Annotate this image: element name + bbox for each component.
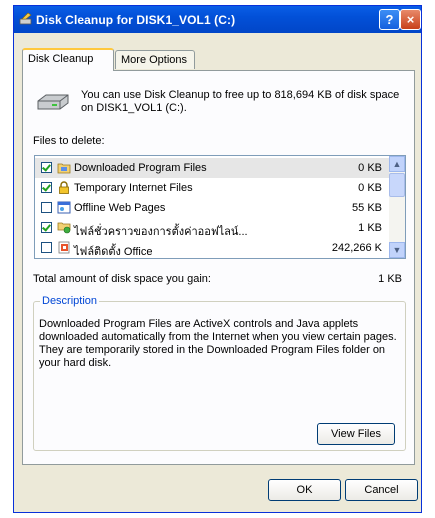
- lock-icon: [59, 181, 69, 194]
- checkbox[interactable]: [41, 162, 52, 173]
- tab-more-options[interactable]: More Options: [115, 50, 195, 69]
- disk-cleanup-window: Disk Cleanup for DISK1_VOL1 (C:) ? × Dis…: [13, 5, 422, 513]
- window-title: Disk Cleanup for DISK1_VOL1 (C:): [36, 13, 236, 27]
- checkbox[interactable]: [41, 222, 52, 233]
- file-name: Downloaded Program Files: [74, 162, 207, 174]
- file-name: ไฟล์ติดตั้ง Office: [74, 246, 153, 258]
- file-size: 55 KB: [352, 202, 382, 214]
- total-space-value: 1 KB: [378, 273, 402, 285]
- view-files-button[interactable]: View Files: [317, 423, 395, 445]
- disk-cleanup-icon: [19, 12, 32, 25]
- tab-panel: You can use Disk Cleanup to free up to 8…: [22, 70, 415, 465]
- cancel-button[interactable]: Cancel: [345, 479, 418, 501]
- ok-button[interactable]: OK: [268, 479, 341, 501]
- close-button[interactable]: ×: [400, 9, 421, 30]
- file-name: Offline Web Pages: [74, 202, 166, 214]
- description-title: Description: [40, 295, 100, 307]
- checkbox[interactable]: [41, 182, 52, 193]
- file-size: 0 KB: [358, 162, 382, 174]
- tab-disk-cleanup[interactable]: Disk Cleanup: [22, 48, 114, 71]
- total-space-label: Total amount of disk space you gain:: [33, 273, 211, 285]
- vertical-scrollbar[interactable]: ▲ ▼: [389, 156, 405, 258]
- scroll-up-icon[interactable]: ▲: [389, 156, 405, 172]
- checkbox[interactable]: [41, 242, 52, 253]
- list-item[interactable]: ไฟล์ชั่วคราวของการตั้งค่าออฟไลน์... 1 KB: [35, 218, 390, 238]
- help-button[interactable]: ?: [379, 9, 400, 30]
- intro-text: You can use Disk Cleanup to free up to 8…: [81, 89, 400, 114]
- file-size: 1 KB: [358, 222, 382, 234]
- webpage-icon: [57, 201, 71, 214]
- scroll-down-icon[interactable]: ▼: [389, 242, 405, 258]
- office-icon: [58, 241, 70, 254]
- files-to-delete-label: Files to delete:: [33, 135, 105, 147]
- scroll-thumb[interactable]: [389, 173, 405, 197]
- list-item[interactable]: Temporary Internet Files 0 KB: [35, 178, 390, 198]
- list-item[interactable]: ไฟล์ติดตั้ง Office 242,266 K: [35, 238, 390, 258]
- file-size: 242,266 K: [331, 242, 382, 254]
- list-item[interactable]: Offline Web Pages 55 KB: [35, 198, 390, 218]
- title-bar[interactable]: Disk Cleanup for DISK1_VOL1 (C:) ? ×: [14, 6, 421, 33]
- files-list[interactable]: Downloaded Program Files 0 KB Temporary …: [34, 155, 406, 259]
- list-item[interactable]: Downloaded Program Files 0 KB: [35, 158, 390, 178]
- network-folder-icon: [57, 222, 71, 234]
- file-size: 0 KB: [358, 182, 382, 194]
- checkbox[interactable]: [41, 202, 52, 213]
- file-name: Temporary Internet Files: [74, 182, 193, 194]
- hard-drive-icon: [37, 94, 69, 110]
- folder-icon: [57, 163, 71, 174]
- description-group: Description Downloaded Program Files are…: [33, 295, 406, 451]
- description-text: Downloaded Program Files are ActiveX con…: [39, 318, 397, 369]
